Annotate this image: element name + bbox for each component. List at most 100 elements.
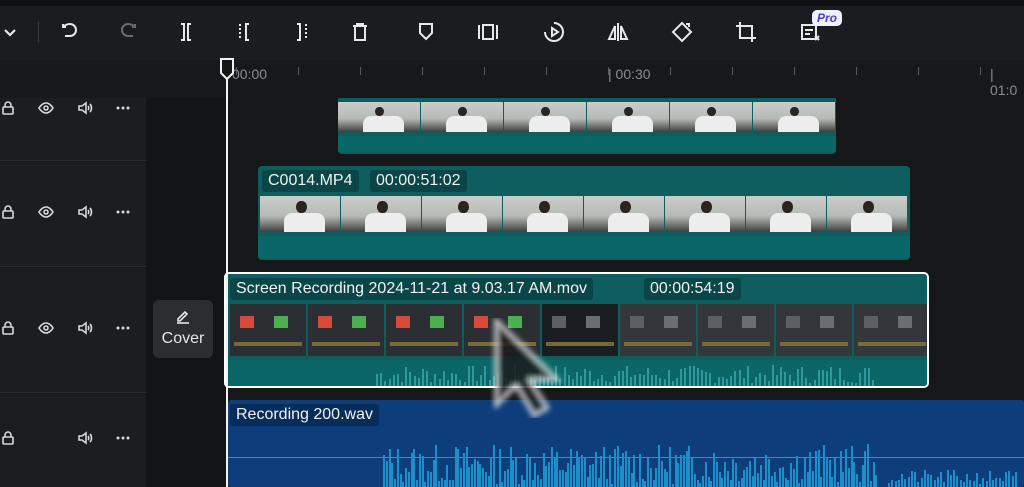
- waveform-bar: [751, 476, 754, 487]
- cover-button[interactable]: Cover: [153, 300, 213, 358]
- waveform-bar: [732, 459, 735, 487]
- waveform-bar: [904, 478, 907, 487]
- marker-icon[interactable]: [412, 18, 440, 46]
- video-clip-top[interactable]: [338, 98, 836, 154]
- waveform-bar: [559, 469, 561, 487]
- waveform-bar: [556, 451, 559, 487]
- speed-play-icon[interactable]: [540, 18, 568, 46]
- waveform-bar: [726, 379, 728, 386]
- waveform-bar: [630, 377, 633, 386]
- speaker-icon[interactable]: [77, 320, 93, 336]
- lock-icon[interactable]: [0, 320, 16, 336]
- waveform-bar: [692, 366, 695, 386]
- waveform-bar: [767, 381, 770, 386]
- waveform-bar: [471, 365, 474, 386]
- undo-icon[interactable]: [56, 18, 84, 46]
- audio-clip-recording[interactable]: Recording 200.wav: [228, 400, 1024, 487]
- waveform-bar: [787, 480, 790, 487]
- timeline-ruler[interactable]: 00:00 | 00:30 | 01:0: [0, 60, 1024, 98]
- redo-icon[interactable]: [114, 18, 142, 46]
- ruler-tick: [422, 67, 423, 75]
- eye-icon[interactable]: [38, 320, 54, 336]
- thumbnail-frame: [827, 196, 907, 232]
- split-icon[interactable]: [172, 18, 200, 46]
- waveform-bar: [846, 382, 849, 386]
- waveform-bar: [646, 367, 649, 386]
- clip-audio-wave: [258, 236, 910, 258]
- clip-duration: 00:00:51:02: [370, 170, 467, 192]
- lock-icon[interactable]: [0, 100, 16, 116]
- waveform-bar: [634, 375, 637, 386]
- speaker-icon[interactable]: [77, 430, 93, 446]
- waveform-bar: [545, 466, 548, 487]
- freeze-frame-icon[interactable]: [474, 18, 502, 46]
- playhead-line[interactable]: [226, 58, 228, 487]
- speaker-icon[interactable]: [77, 100, 93, 116]
- thumbnail-frame: [341, 196, 421, 232]
- waveform-bar: [642, 375, 645, 386]
- waveform-bar: [443, 480, 446, 487]
- waveform-bar: [831, 477, 834, 487]
- playhead-handle[interactable]: [219, 58, 235, 80]
- waveform-bar: [817, 370, 820, 386]
- thumbnail-frame: [260, 196, 340, 232]
- waveform-bar: [759, 372, 762, 386]
- eye-icon[interactable]: [38, 204, 54, 220]
- trim-left-icon[interactable]: [230, 18, 258, 46]
- more-icon[interactable]: [115, 430, 131, 446]
- waveform-bar: [424, 481, 427, 487]
- waveform-bar: [671, 483, 674, 487]
- waveform-bar: [659, 378, 662, 386]
- waveform-bar: [663, 469, 666, 487]
- waveform-bar: [651, 374, 653, 386]
- eye-icon[interactable]: [38, 100, 54, 116]
- waveform-bar: [704, 461, 707, 487]
- waveform-bar: [724, 461, 726, 487]
- speaker-icon[interactable]: [77, 204, 93, 220]
- waveform-bar: [738, 369, 741, 386]
- mirror-icon[interactable]: [604, 18, 632, 46]
- thumbnail-frame: [620, 304, 696, 356]
- waveform-bar: [688, 445, 691, 487]
- waveform-bar: [660, 460, 663, 487]
- waveform-bar: [421, 368, 424, 386]
- waveform-bar: [917, 481, 920, 487]
- more-icon[interactable]: [115, 320, 131, 336]
- waveform-bar: [823, 445, 825, 487]
- waveform-bar: [748, 461, 751, 487]
- waveform-bar: [943, 481, 946, 487]
- ruler-tick: [236, 67, 237, 75]
- waveform-bar: [705, 371, 708, 386]
- rotate-icon[interactable]: [668, 18, 696, 46]
- waveform-bar: [633, 454, 636, 487]
- waveform-bar: [630, 473, 633, 487]
- waveform-bar: [975, 472, 978, 487]
- waveform-bar: [399, 473, 402, 487]
- collapse-chevron-icon[interactable]: [0, 18, 24, 46]
- lock-icon[interactable]: [0, 204, 16, 220]
- more-icon[interactable]: [115, 204, 131, 220]
- waveform-bar: [792, 380, 795, 386]
- waveform-bar: [652, 479, 655, 487]
- waveform-bar: [537, 474, 539, 487]
- crop-icon[interactable]: [732, 18, 760, 46]
- waveform-bar: [658, 444, 660, 487]
- waveform-bar: [427, 470, 429, 487]
- toolbar-top-strip: [0, 0, 1024, 6]
- lock-icon[interactable]: [0, 430, 16, 446]
- waveform-bar: [476, 460, 479, 487]
- video-clip-c0014[interactable]: C0014.MP4 00:00:51:02: [258, 166, 910, 260]
- waveform-bar: [953, 470, 955, 487]
- waveform-bar: [836, 482, 839, 487]
- trim-right-icon[interactable]: [288, 18, 316, 46]
- more-icon[interactable]: [115, 100, 131, 116]
- waveform-bar: [998, 478, 1001, 487]
- waveform-bar: [487, 475, 490, 487]
- waveform-bar: [923, 470, 926, 487]
- waveform-bar: [845, 448, 847, 487]
- waveform-bar: [988, 471, 991, 487]
- waveform-bar: [995, 477, 998, 487]
- waveform-bar: [506, 468, 509, 487]
- delete-icon[interactable]: [346, 18, 374, 46]
- waveform-bar: [788, 374, 791, 386]
